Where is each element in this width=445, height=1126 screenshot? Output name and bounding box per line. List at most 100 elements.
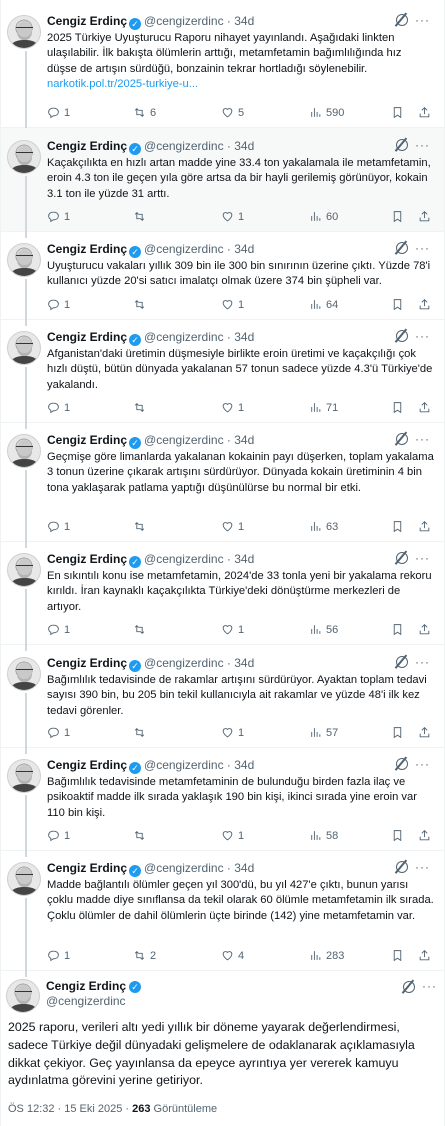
views-button[interactable]: 57	[309, 725, 338, 741]
share-button[interactable]	[418, 105, 431, 121]
like-button[interactable]: 1	[221, 297, 244, 313]
like-button[interactable]: 1	[221, 725, 244, 741]
author-handle-time[interactable]: @cengizerdinc · 34d	[144, 330, 254, 344]
avatar[interactable]	[7, 657, 41, 691]
author-name[interactable]: Cengiz Erdinç	[47, 14, 127, 28]
reply-button[interactable]: 1	[47, 828, 70, 844]
reply-button[interactable]: 1	[47, 297, 70, 313]
bookmark-button[interactable]	[391, 209, 404, 225]
tweet[interactable]: Cengiz Erdinç ✓ @cengizerdinc · 34d ··· Ge…	[1, 423, 444, 548]
tweet[interactable]: Cengiz Erdinç ✓ @cengizerdinc · 34d ··· Ba…	[1, 645, 444, 754]
avatar[interactable]	[6, 979, 40, 1013]
author-handle-time[interactable]: @cengizerdinc · 34d	[144, 139, 254, 153]
more-icon[interactable]: ···	[415, 654, 430, 670]
author-name[interactable]: Cengiz Erdinç	[47, 552, 127, 566]
author-handle-time[interactable]: @cengizerdinc · 34d	[144, 861, 254, 875]
grok-icon[interactable]	[396, 14, 408, 26]
bookmark-button[interactable]	[391, 400, 404, 416]
views-button[interactable]: 60	[309, 209, 338, 225]
grok-icon[interactable]	[396, 139, 408, 151]
like-button[interactable]: 1	[221, 400, 244, 416]
timestamp[interactable]: ÖS 12:32 · 15 Eki 2025 ·	[8, 1103, 132, 1115]
author-handle-time[interactable]: @cengizerdinc · 34d	[144, 14, 254, 28]
grok-icon[interactable]	[396, 552, 408, 564]
avatar[interactable]	[7, 15, 41, 49]
like-button[interactable]: 1	[221, 209, 244, 225]
share-button[interactable]	[418, 400, 431, 416]
views-button[interactable]: 58	[309, 828, 338, 844]
more-icon[interactable]: ···	[422, 979, 437, 993]
tweet[interactable]: Cengiz Erdinç ✓ @cengizerdinc · 34d ··· En…	[1, 542, 444, 651]
more-icon[interactable]: ···	[415, 137, 430, 153]
share-button[interactable]	[418, 948, 431, 964]
grok-icon[interactable]	[396, 433, 408, 445]
share-button[interactable]	[418, 828, 431, 844]
bookmark-button[interactable]	[391, 297, 404, 313]
share-button[interactable]	[418, 622, 431, 638]
reply-button[interactable]: 1	[47, 948, 70, 964]
like-button[interactable]: 5	[221, 105, 244, 121]
tweet[interactable]: Cengiz Erdinç ✓ @cengizerdinc · 34d ··· Uy…	[1, 232, 444, 326]
repost-button[interactable]	[133, 828, 150, 844]
tweet[interactable]: Cengiz Erdinç ✓ @cengizerdinc · 34d ··· Ba…	[1, 748, 444, 857]
author-name[interactable]: Cengiz Erdinç	[47, 330, 127, 344]
author-name[interactable]: Cengiz Erdinç	[47, 139, 127, 153]
bookmark-button[interactable]	[391, 519, 404, 535]
author-name[interactable]: Cengiz Erdinç	[47, 758, 127, 772]
avatar[interactable]	[7, 243, 41, 277]
grok-icon[interactable]	[396, 861, 408, 873]
author-handle[interactable]: @cengizerdinc	[46, 994, 126, 1008]
views-button[interactable]: 64	[309, 297, 338, 313]
author-handle-time[interactable]: @cengizerdinc · 34d	[144, 433, 254, 447]
grok-icon[interactable]	[396, 242, 408, 254]
more-icon[interactable]: ···	[415, 12, 430, 28]
avatar[interactable]	[7, 862, 41, 896]
like-button[interactable]: 1	[221, 622, 244, 638]
tweet[interactable]: Cengiz Erdinç ✓ @cengizerdinc · 34d ··· Ka…	[1, 128, 444, 238]
grok-icon[interactable]	[396, 758, 408, 770]
grok-icon[interactable]	[396, 330, 408, 342]
more-icon[interactable]: ···	[415, 859, 430, 875]
author-handle-time[interactable]: @cengizerdinc · 34d	[144, 656, 254, 670]
grok-icon[interactable]	[403, 981, 415, 993]
views-button[interactable]: 71	[309, 400, 338, 416]
bookmark-button[interactable]	[391, 105, 404, 121]
like-button[interactable]: 1	[221, 519, 244, 535]
reply-button[interactable]: 1	[47, 400, 70, 416]
repost-button[interactable]: 6	[133, 105, 156, 121]
reply-button[interactable]: 1	[47, 105, 70, 121]
share-button[interactable]	[418, 519, 431, 535]
avatar[interactable]	[7, 759, 41, 793]
avatar[interactable]	[7, 331, 41, 365]
views-button[interactable]: 56	[309, 622, 338, 638]
views-button[interactable]: 283	[309, 948, 344, 964]
more-icon[interactable]: ···	[415, 328, 430, 344]
views-button[interactable]: 63	[309, 519, 338, 535]
author-name[interactable]: Cengiz Erdinç	[47, 861, 127, 875]
more-icon[interactable]: ···	[415, 240, 430, 256]
more-icon[interactable]: ···	[415, 550, 430, 566]
avatar[interactable]	[7, 434, 41, 468]
like-button[interactable]: 1	[221, 828, 244, 844]
reply-button[interactable]: 1	[47, 519, 70, 535]
tweet-link[interactable]: narkotik.pol.tr/2025-turkiye-u...	[47, 77, 434, 92]
views-button[interactable]: 590	[309, 105, 344, 121]
avatar[interactable]	[7, 140, 41, 174]
grok-icon[interactable]	[396, 656, 408, 668]
author-name[interactable]: Cengiz Erdinç	[47, 433, 127, 447]
repost-button[interactable]	[133, 297, 150, 313]
more-icon[interactable]: ···	[415, 756, 430, 772]
repost-button[interactable]	[133, 622, 150, 638]
repost-button[interactable]	[133, 400, 150, 416]
tweet[interactable]: Cengiz Erdinç ✓ @cengizerdinc · 34d ··· 20…	[1, 0, 444, 134]
share-button[interactable]	[418, 297, 431, 313]
bookmark-button[interactable]	[391, 725, 404, 741]
author-name[interactable]: Cengiz Erdinç	[47, 656, 127, 670]
tweet[interactable]: Cengiz Erdinç ✓ @cengizerdinc · 34d ··· Af…	[1, 320, 444, 429]
bookmark-button[interactable]	[391, 622, 404, 638]
author-name[interactable]: Cengiz Erdinç	[46, 979, 126, 993]
author-handle-time[interactable]: @cengizerdinc · 34d	[144, 758, 254, 772]
repost-button[interactable]: 2	[133, 948, 156, 964]
author-name[interactable]: Cengiz Erdinç	[47, 242, 127, 256]
like-button[interactable]: 4	[221, 948, 244, 964]
